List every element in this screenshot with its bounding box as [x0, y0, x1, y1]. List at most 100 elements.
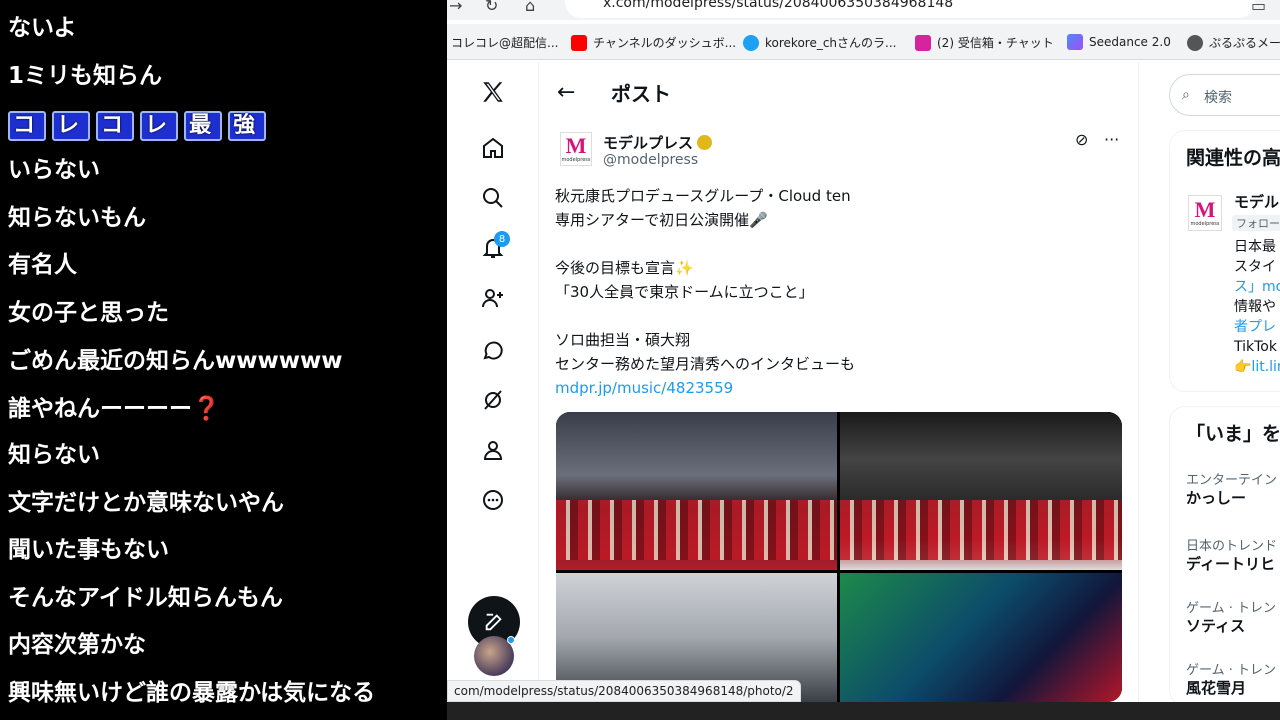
bookmark-item[interactable]: (2) 受信箱・チャット [915, 34, 1054, 51]
trend-name[interactable]: かっしー [1186, 487, 1246, 508]
fancy-char: レ [52, 111, 91, 141]
fancy-char: レ [140, 111, 179, 141]
x-logo-icon[interactable] [479, 78, 507, 106]
bio-line[interactable]: ス」mo [1234, 277, 1280, 297]
author-name-text: モデルプレス [603, 134, 694, 152]
seedance-icon [1067, 34, 1083, 50]
verified-badge-icon [697, 135, 713, 150]
photo-4[interactable] [840, 573, 1122, 702]
chat-line-fancy: コレコレ最強 [8, 110, 272, 141]
trend-category: ゲーム · トレント [1186, 663, 1280, 678]
extension-icon[interactable]: ▭ [1251, 0, 1266, 15]
chat-line: 文字だけとか意味ないやん [8, 490, 284, 516]
url-text[interactable]: x.com/modelpress/status/2084006350384968… [603, 0, 953, 11]
bio-line: 日本最 [1234, 239, 1276, 255]
related-card: 関連性の高 M modelpress モデル フォロー 日本最 スタイ ス」mo… [1169, 130, 1280, 392]
bookmark-label: コレコレ@超配信... [451, 36, 559, 50]
photo-2[interactable] [840, 412, 1122, 570]
home-icon[interactable] [479, 134, 507, 162]
bookmark-item[interactable]: Seedance 2.0 [1067, 34, 1171, 50]
reload-icon[interactable]: ↻ [485, 0, 498, 15]
youtube-icon [571, 34, 587, 51]
post-link[interactable]: mdpr.jp/music/4823559 [555, 376, 1115, 400]
related-avatar-sub: modelpress [1190, 221, 1220, 227]
trend-name[interactable]: ソティス [1186, 615, 1245, 636]
grok-post-icon[interactable]: ⊘ [1075, 130, 1088, 149]
back-arrow-icon[interactable]: ← [557, 80, 575, 105]
post-line [555, 232, 1115, 256]
author-handle[interactable]: @modelpress [603, 152, 698, 168]
bio-line: TikTok [1234, 339, 1277, 355]
chat-line: ごめん最近の知らんwwwwww [8, 348, 343, 374]
post-text: 秋元康氏プロデュースグループ・Cloud ten 専用シアターで初日公演開催🎤 … [555, 184, 1115, 400]
trend-name[interactable]: 風花雪月 [1186, 677, 1246, 698]
bio-line[interactable]: 者プレ [1234, 317, 1280, 337]
trends-card: 「いま」を エンターテイン かっしー 日本のトレンド ディートリヒ ゲーム · … [1169, 406, 1280, 706]
chat-line: 知らないもん [8, 205, 146, 231]
x-side-nav: 8 [447, 62, 539, 702]
search-input[interactable]: ⌕ 検索 [1169, 74, 1280, 116]
chat-icon[interactable] [479, 336, 507, 364]
chat-line: いらない [8, 157, 100, 183]
home-icon[interactable]: ⌂ [525, 0, 535, 15]
bookmark-label: Seedance 2.0 [1089, 35, 1171, 49]
bookmark-item[interactable]: チャンネルのダッシュボ... [571, 34, 736, 51]
fancy-char: コ [96, 111, 135, 141]
chat-line: 1ミリも知らん [8, 63, 163, 89]
browser-window: → ↻ ⌂ x.com/modelpress/status/2084006350… [447, 0, 1280, 720]
author-avatar[interactable]: M modelpress [560, 132, 592, 166]
bookmark-item[interactable]: コレコレ@超配信... [451, 34, 558, 51]
search-icon: ⌕ [1182, 87, 1190, 103]
bookmark-label: チャンネルのダッシュボ... [593, 36, 737, 50]
chat-line: ないよ [8, 15, 77, 41]
bio-line[interactable]: 👉lit.lin [1234, 357, 1280, 377]
trend-category: 日本のトレンド [1186, 539, 1278, 554]
follow-button[interactable]: フォロー [1232, 215, 1280, 231]
post-line: センター務めた望月清秀へのインタビューも [555, 355, 856, 373]
trend-category: ゲーム · トレント [1186, 601, 1280, 616]
related-avatar-letter: M [1194, 197, 1216, 222]
trend-name[interactable]: ディートリヒ [1186, 553, 1275, 574]
photo-figures [840, 500, 1122, 560]
headset-icon [743, 34, 759, 51]
fancy-char: 最 [184, 111, 223, 141]
related-avatar[interactable]: M modelpress [1188, 195, 1222, 231]
chat-text: 誰やねんーーーー [8, 396, 192, 422]
photo-1[interactable] [556, 412, 837, 570]
post-line: 専用シアターで初日公演開催🎤 [555, 211, 768, 229]
bookmark-item[interactable]: korekore_chさんのラ... [743, 34, 896, 51]
status-url-tooltip: com/modelpress/status/208400635038496814… [447, 680, 801, 702]
post-line: 秋元康氏プロデュースグループ・Cloud ten [555, 187, 851, 205]
right-sidebar: ⌕ 検索 関連性の高 M modelpress モデル フォロー 日本最 スタイ… [1139, 62, 1280, 706]
online-dot [507, 636, 515, 644]
chat-line: 聞いた事もない [8, 537, 169, 563]
photo-figures [556, 500, 837, 560]
screen: ないよ 1ミリも知らん コレコレ最強 いらない 知らないもん 有名人 女の子と思… [0, 0, 1280, 720]
question-icon: ❓ [192, 396, 221, 422]
post-column: ← ポスト M modelpress モデルプレス @modelpress ⊘ … [539, 62, 1139, 702]
chat-overlay: ないよ 1ミリも知らん コレコレ最強 いらない 知らないもん 有名人 女の子と思… [0, 0, 447, 720]
address-bar: → ↻ ⌂ x.com/modelpress/status/2084006350… [447, 0, 1280, 20]
instagram-icon [915, 34, 931, 51]
fancy-char: 強 [228, 111, 267, 141]
chat-line-question: 誰やねんーーーー❓ [8, 394, 221, 424]
more-icon[interactable] [479, 486, 507, 514]
bookmark-label: (2) 受信箱・チャット [937, 36, 1054, 50]
trend-category: エンターテイン [1186, 473, 1278, 488]
search-icon[interactable] [479, 184, 507, 212]
follow-icon[interactable] [479, 284, 507, 312]
chat-line: そんなアイドル知らんもん [8, 585, 283, 611]
author-name[interactable]: モデルプレス [603, 132, 713, 153]
bookmark-item[interactable]: ぷるぷるメーカ [1187, 34, 1280, 51]
page-title: ポスト [611, 82, 671, 106]
related-name[interactable]: モデル [1234, 191, 1279, 212]
grok-icon[interactable] [479, 386, 507, 414]
bookmark-label: korekore_chさんのラ... [765, 36, 897, 50]
profile-icon[interactable] [479, 436, 507, 464]
search-placeholder: 検索 [1204, 90, 1232, 106]
chat-line: 内容次第かな [8, 632, 146, 658]
forward-icon[interactable]: → [449, 0, 462, 15]
more-options-icon[interactable]: ··· [1104, 130, 1119, 149]
author-avatar-letter: M [565, 133, 587, 158]
bookmark-label: ぷるぷるメーカ [1209, 36, 1280, 50]
